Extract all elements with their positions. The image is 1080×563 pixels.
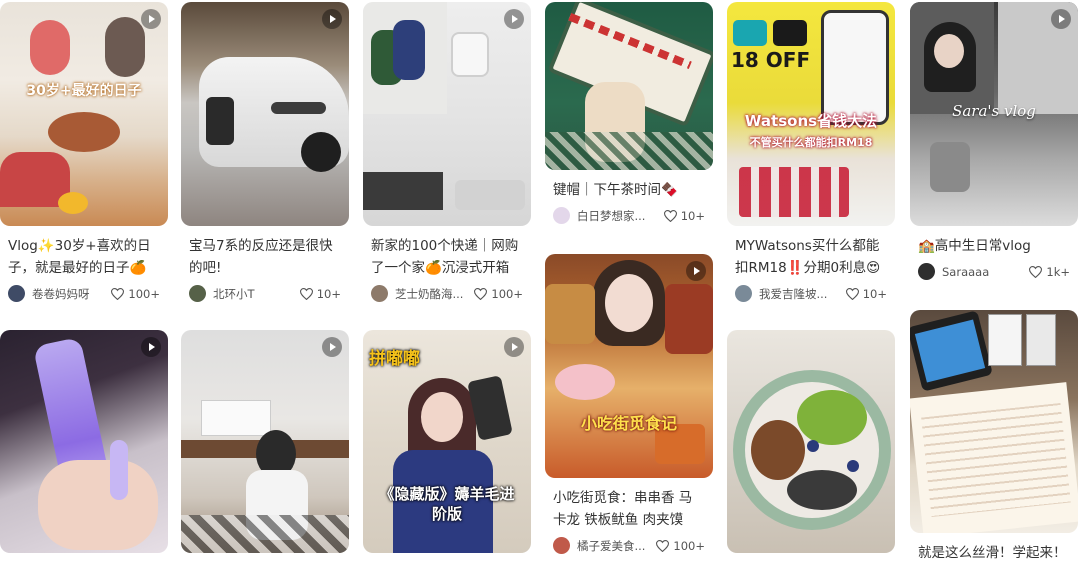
like-count: 100+ (128, 286, 160, 301)
heart-icon (663, 209, 677, 222)
note-title[interactable]: 🏫高中生日常vlog (910, 235, 1078, 257)
note-meta: 卷卷妈妈呀 100+ (0, 285, 168, 302)
note-cover[interactable]: 小吃街觅食记 (545, 254, 713, 478)
note-meta: 我爱吉隆坡... 10+ (727, 285, 895, 302)
note-cover[interactable]: 30岁+最好的日子 (0, 2, 168, 226)
like-count: 100+ (491, 286, 523, 301)
cover-overlay-text: 小吃街觅食记 (580, 414, 677, 433)
note-card[interactable]: 小吃街觅食记 小吃街觅食：串串香 马卡龙 铁板鱿鱼 肉夹馍 橘子爱美食... 1… (545, 254, 713, 554)
video-play-icon (504, 9, 524, 29)
avatar[interactable] (553, 207, 570, 224)
like-count: 10+ (316, 286, 341, 301)
note-card[interactable]: 就是这么丝滑！学起来！ (910, 310, 1078, 563)
author-name[interactable]: 芝士奶酪海... (395, 286, 474, 302)
video-play-icon (141, 337, 161, 357)
video-play-icon (686, 261, 706, 281)
note-card[interactable]: Sara's vlog 🏫高中生日常vlog Saraaaa 1k+ (910, 2, 1078, 280)
note-card[interactable] (181, 330, 349, 553)
like-button[interactable]: 10+ (663, 208, 705, 223)
cover-overlay-subtext: 不管买什么都能扣RM18 (749, 136, 873, 149)
heart-icon (299, 287, 313, 300)
like-button[interactable]: 100+ (656, 539, 705, 553)
note-title[interactable]: 小吃街觅食：串串香 马卡龙 铁板鱿鱼 肉夹馍 (545, 487, 713, 531)
avatar[interactable] (735, 285, 752, 302)
video-play-icon (322, 9, 342, 29)
cover-overlay-text: 30岁+最好的日子 (26, 83, 142, 99)
like-button[interactable]: 100+ (111, 287, 160, 301)
note-title[interactable]: Vlog✨30岁+喜欢的日子，就是最好的日子🍊 (0, 235, 168, 279)
note-cover[interactable] (910, 310, 1078, 533)
note-card[interactable]: 30岁+最好的日子 Vlog✨30岁+喜欢的日子，就是最好的日子🍊 卷卷妈妈呀 … (0, 2, 168, 302)
avatar[interactable] (8, 285, 25, 302)
note-title[interactable]: MYWatsons买什么都能扣RM18‼️分期0利息😍 (727, 235, 895, 279)
note-meta: 芝士奶酪海... 100+ (363, 285, 531, 302)
note-feed: 30岁+最好的日子 Vlog✨30岁+喜欢的日子，就是最好的日子🍊 卷卷妈妈呀 … (0, 0, 1080, 563)
note-card[interactable]: 拼嘟嘟 《隐藏版》薅羊毛进阶版 (363, 330, 531, 553)
note-cover[interactable] (363, 2, 531, 226)
note-cover[interactable] (545, 2, 713, 170)
note-title[interactable]: 新家的100个快递｜网购了一个家🍊沉浸式开箱 (363, 235, 531, 279)
cover-overlay-promo: 18 OFF (731, 48, 811, 72)
note-meta: 白日梦想家... 10+ (545, 207, 713, 224)
video-play-icon (504, 337, 524, 357)
author-name[interactable]: 橘子爱美食... (577, 538, 656, 554)
note-cover[interactable]: 18 OFF Watsons省钱大法 不管买什么都能扣RM18 (727, 2, 895, 226)
heart-icon (656, 539, 670, 552)
cover-overlay-text: 《隐藏版》薅羊毛进阶版 (379, 485, 515, 523)
author-name[interactable]: Saraaaa (942, 265, 1029, 279)
author-name[interactable]: 白日梦想家... (577, 208, 664, 224)
author-name[interactable]: 卷卷妈妈呀 (32, 286, 111, 302)
cover-overlay-text: Sara's vlog (952, 102, 1036, 120)
like-count: 10+ (680, 208, 705, 223)
note-cover[interactable] (181, 2, 349, 226)
cover-overlay-title: 拼嘟嘟 (369, 349, 420, 369)
note-meta: 北环小T 10+ (181, 285, 349, 302)
video-play-icon (322, 337, 342, 357)
avatar[interactable] (553, 537, 570, 554)
note-card[interactable]: 18 OFF Watsons省钱大法 不管买什么都能扣RM18 MYWatson… (727, 2, 895, 302)
note-card[interactable]: 宝马7系的反应还是很快的吧! 北环小T 10+ (181, 2, 349, 302)
note-card[interactable] (0, 330, 168, 553)
note-title[interactable]: 宝马7系的反应还是很快的吧! (181, 235, 349, 279)
avatar[interactable] (371, 285, 388, 302)
note-card[interactable]: 新家的100个快递｜网购了一个家🍊沉浸式开箱 芝士奶酪海... 100+ (363, 2, 531, 302)
video-play-icon (1051, 9, 1071, 29)
heart-icon (845, 287, 859, 300)
note-title[interactable]: 键帽｜下午茶时间🍫 (545, 179, 713, 201)
cover-overlay-text: Watsons省钱大法 (744, 112, 878, 130)
like-button[interactable]: 100+ (474, 287, 523, 301)
heart-icon (1029, 265, 1043, 278)
note-meta: 橘子爱美食... 100+ (545, 537, 713, 554)
like-count: 10+ (862, 286, 887, 301)
like-button[interactable]: 1k+ (1029, 265, 1070, 279)
note-card[interactable]: 键帽｜下午茶时间🍫 白日梦想家... 10+ (545, 2, 713, 224)
avatar[interactable] (918, 263, 935, 280)
heart-icon (111, 287, 125, 300)
avatar[interactable] (189, 285, 206, 302)
note-meta: Saraaaa 1k+ (910, 263, 1078, 280)
author-name[interactable]: 北环小T (213, 286, 300, 302)
video-play-icon (141, 9, 161, 29)
heart-icon (474, 287, 488, 300)
note-cover[interactable] (727, 330, 895, 553)
note-card[interactable] (727, 330, 895, 553)
like-button[interactable]: 10+ (299, 286, 341, 301)
like-count: 100+ (673, 538, 705, 553)
note-cover[interactable] (0, 330, 168, 553)
note-title[interactable]: 就是这么丝滑！学起来！ (910, 542, 1078, 563)
note-cover[interactable] (181, 330, 349, 553)
note-cover[interactable]: 拼嘟嘟 《隐藏版》薅羊毛进阶版 (363, 330, 531, 553)
author-name[interactable]: 我爱吉隆坡... (759, 286, 846, 302)
note-cover[interactable]: Sara's vlog (910, 2, 1078, 226)
like-button[interactable]: 10+ (845, 286, 887, 301)
like-count: 1k+ (1046, 264, 1070, 279)
